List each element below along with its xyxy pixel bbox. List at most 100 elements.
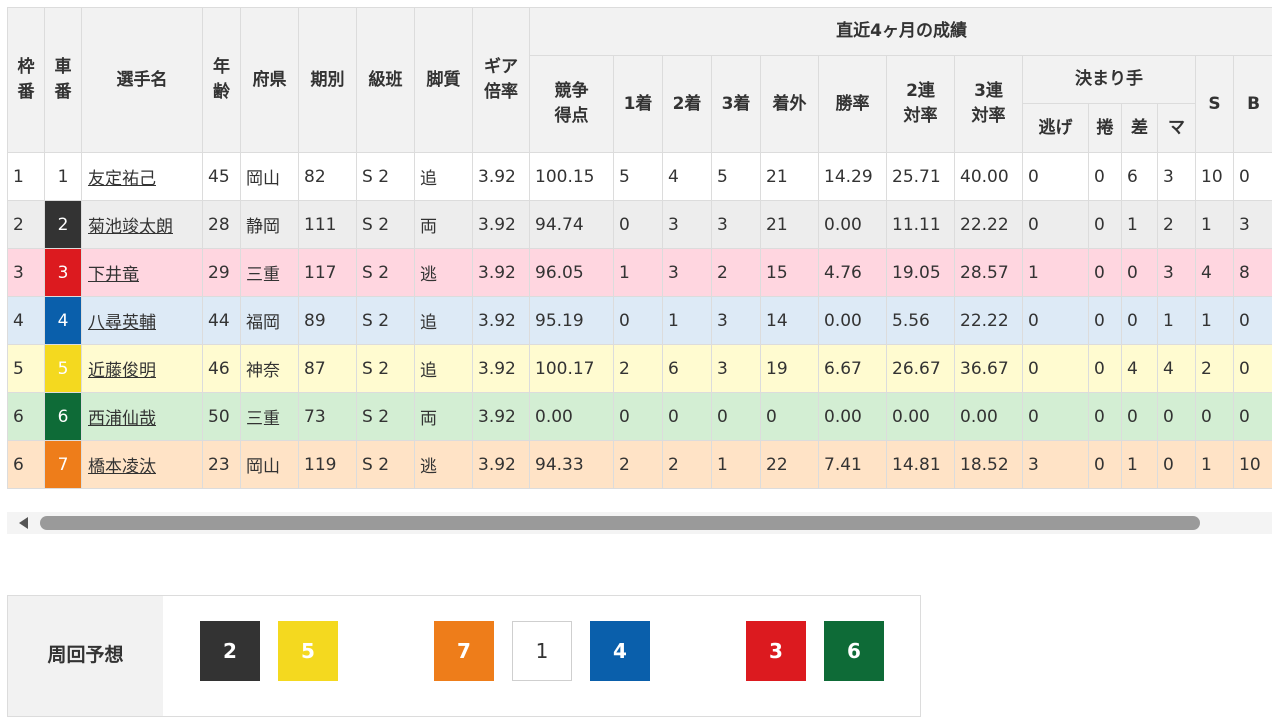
header-rider-name: 選手名	[82, 8, 203, 153]
header-first: 1着	[614, 56, 663, 153]
table-row: 33下井竜29三重117S 2逃3.9296.05132154.7619.052…	[8, 249, 1272, 297]
rider-name-link[interactable]: 八尋英輔	[88, 313, 156, 333]
nige-cell: 3	[1023, 441, 1089, 489]
waku-cell: 4	[8, 297, 45, 345]
rate3-cell: 18.52	[955, 441, 1023, 489]
win-rate-cell: 0.00	[819, 201, 887, 249]
second-cell: 4	[663, 153, 712, 201]
waku-cell: 3	[8, 249, 45, 297]
first-cell: 2	[614, 345, 663, 393]
gear-cell: 3.92	[473, 345, 530, 393]
rider-name-link[interactable]: 橋本凌汰	[88, 457, 156, 477]
table-row: 11友定祐己45岡山82S 2追3.92100.155452114.2925.7…	[8, 153, 1272, 201]
style-cell: 追	[415, 345, 473, 393]
prefecture-cell: 三重	[241, 249, 299, 297]
out-cell: 21	[761, 201, 819, 249]
prefecture-cell: 福岡	[241, 297, 299, 345]
waku-cell: 6	[8, 441, 45, 489]
header-b: B	[1234, 56, 1272, 153]
scroll-thumb[interactable]	[40, 516, 1200, 530]
forecast-chip: 4	[590, 621, 650, 681]
forecast-chip: 7	[434, 621, 494, 681]
s-cell: 1	[1196, 441, 1234, 489]
rate2-cell: 5.56	[887, 297, 955, 345]
gear-cell: 3.92	[473, 441, 530, 489]
car-number-cell: 4	[45, 297, 82, 345]
forecast-chip: 2	[200, 621, 260, 681]
second-cell: 3	[663, 201, 712, 249]
win-rate-cell: 0.00	[819, 297, 887, 345]
second-cell: 3	[663, 249, 712, 297]
term-cell: 111	[299, 201, 357, 249]
gear-cell: 3.92	[473, 297, 530, 345]
horizontal-scrollbar[interactable]	[7, 512, 1272, 534]
nige-cell: 0	[1023, 393, 1089, 441]
win-rate-cell: 4.76	[819, 249, 887, 297]
first-cell: 5	[614, 153, 663, 201]
rider-name-link[interactable]: 下井竜	[88, 265, 139, 285]
header-makuri: 捲	[1089, 104, 1122, 153]
term-cell: 87	[299, 345, 357, 393]
scroll-left-arrow-icon[interactable]	[19, 517, 28, 529]
makuri-cell: 0	[1089, 201, 1122, 249]
class-cell: S 2	[357, 153, 415, 201]
win-rate-cell: 7.41	[819, 441, 887, 489]
style-cell: 追	[415, 153, 473, 201]
age-cell: 44	[203, 297, 241, 345]
third-cell: 1	[712, 441, 761, 489]
b-cell: 10	[1234, 441, 1272, 489]
rider-name-link[interactable]: 西浦仙哉	[88, 409, 156, 429]
s-cell: 1	[1196, 201, 1234, 249]
second-cell: 1	[663, 297, 712, 345]
s-cell: 0	[1196, 393, 1234, 441]
second-cell: 6	[663, 345, 712, 393]
nige-cell: 0	[1023, 153, 1089, 201]
rider-name-link[interactable]: 菊池竣太朗	[88, 217, 173, 237]
header-term: 期別	[299, 8, 357, 153]
age-cell: 50	[203, 393, 241, 441]
table-row: 66西浦仙哉50三重73S 2両3.920.0000000.000.000.00…	[8, 393, 1272, 441]
header-rate3: 3連対率	[955, 56, 1023, 153]
age-cell: 28	[203, 201, 241, 249]
header-score: 競争得点	[530, 56, 614, 153]
sashi-cell: 0	[1122, 297, 1158, 345]
makuri-cell: 0	[1089, 441, 1122, 489]
style-cell: 両	[415, 201, 473, 249]
mark-cell: 1	[1158, 297, 1196, 345]
class-cell: S 2	[357, 441, 415, 489]
second-cell: 0	[663, 393, 712, 441]
car-number-cell: 1	[45, 153, 82, 201]
score-cell: 0.00	[530, 393, 614, 441]
car-number-cell: 3	[45, 249, 82, 297]
style-cell: 逃	[415, 249, 473, 297]
prefecture-cell: 神奈	[241, 345, 299, 393]
win-rate-cell: 0.00	[819, 393, 887, 441]
score-cell: 96.05	[530, 249, 614, 297]
rider-name-link[interactable]: 近藤俊明	[88, 361, 156, 381]
car-number-cell: 5	[45, 345, 82, 393]
rate3-cell: 0.00	[955, 393, 1023, 441]
rider-name-cell: 西浦仙哉	[82, 393, 203, 441]
rider-name-link[interactable]: 友定祐己	[88, 169, 156, 189]
car-number-cell: 7	[45, 441, 82, 489]
rate2-cell: 19.05	[887, 249, 955, 297]
header-rate2: 2連対率	[887, 56, 955, 153]
makuri-cell: 0	[1089, 249, 1122, 297]
mark-cell: 4	[1158, 345, 1196, 393]
b-cell: 8	[1234, 249, 1272, 297]
term-cell: 89	[299, 297, 357, 345]
header-gear: ギア倍率	[473, 8, 530, 153]
mark-cell: 3	[1158, 249, 1196, 297]
b-cell: 0	[1234, 345, 1272, 393]
rider-name-cell: 友定祐己	[82, 153, 203, 201]
header-recent-results: 直近4ヶ月の成績	[530, 8, 1272, 56]
header-nige: 逃げ	[1023, 104, 1089, 153]
header-second: 2着	[663, 56, 712, 153]
table-row: 22菊池竣太朗28静岡111S 2両3.9294.74033210.0011.1…	[8, 201, 1272, 249]
waku-cell: 6	[8, 393, 45, 441]
win-rate-cell: 14.29	[819, 153, 887, 201]
out-cell: 21	[761, 153, 819, 201]
prefecture-cell: 静岡	[241, 201, 299, 249]
s-cell: 2	[1196, 345, 1234, 393]
age-cell: 46	[203, 345, 241, 393]
